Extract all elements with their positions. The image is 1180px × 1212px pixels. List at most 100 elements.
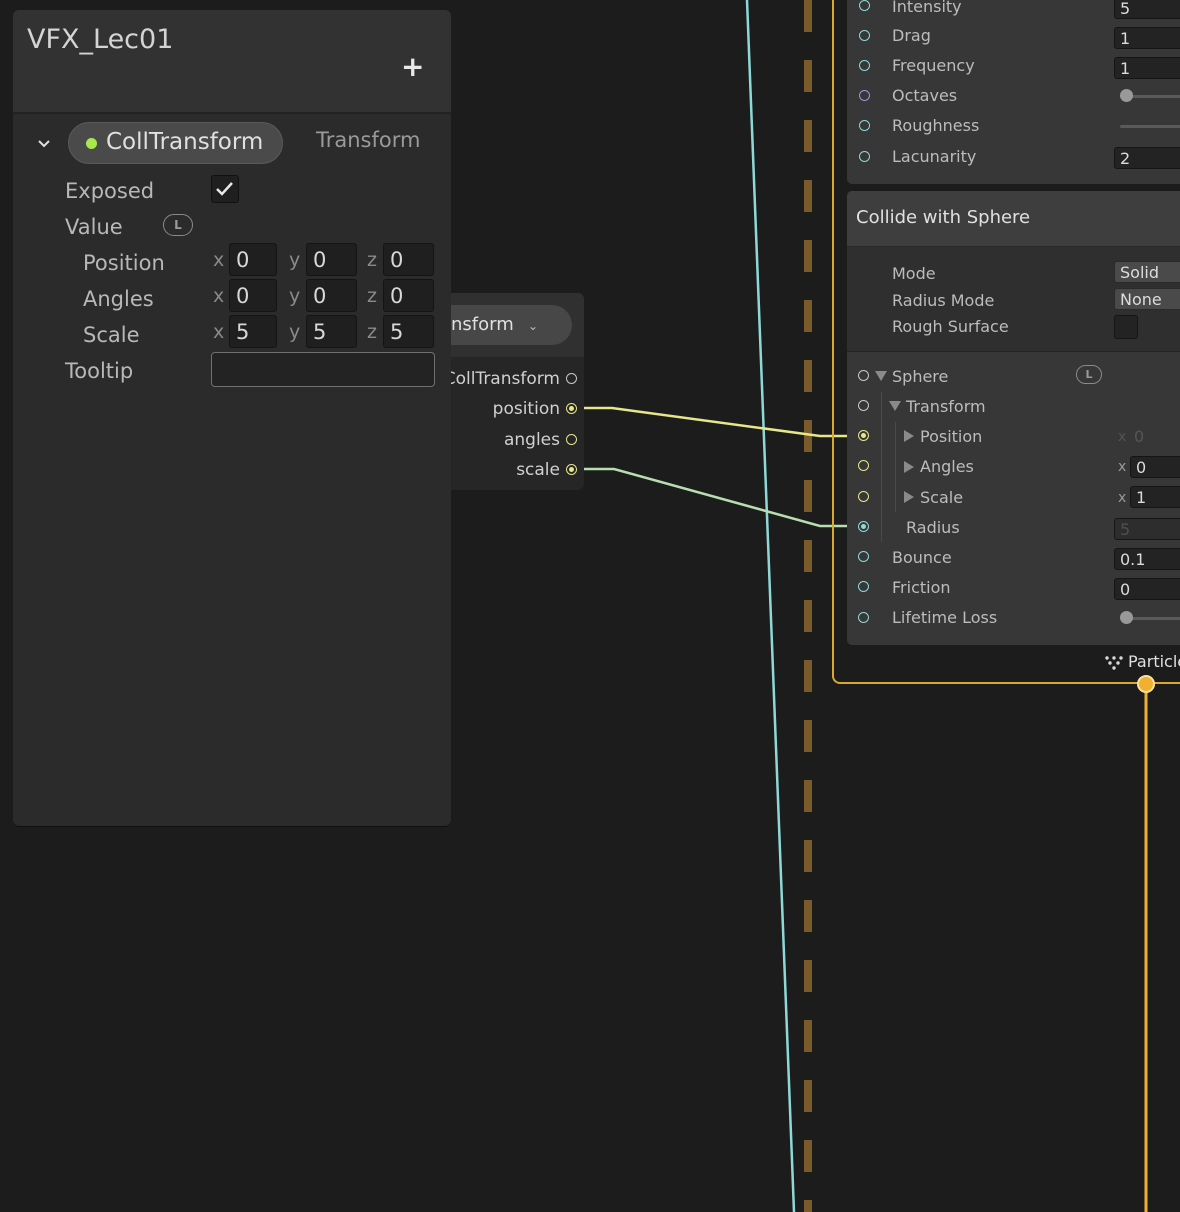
position-x-axis: x [213, 249, 225, 271]
collide-with-sphere-block[interactable]: Collide with Sphere [847, 191, 1180, 645]
octaves-label: Octaves [892, 86, 958, 105]
scale-x-field[interactable]: 1 [1130, 486, 1180, 508]
flow-output-port[interactable] [1137, 675, 1155, 693]
tooltip-input[interactable] [211, 352, 435, 387]
radius-field-disabled: 5 [1114, 518, 1180, 540]
sphere-label: Sphere [892, 367, 949, 386]
position-expand-icon[interactable] [904, 430, 914, 442]
rough-surface-checkbox[interactable] [1114, 315, 1138, 339]
angles-x-axis: x [213, 285, 225, 307]
value-label: Value [65, 215, 123, 239]
parameter-pill-label: nsform [451, 314, 514, 335]
scale-output-port[interactable] [566, 464, 577, 475]
radius-mode-label: Radius Mode [892, 291, 995, 310]
position-label: Position [920, 427, 983, 446]
friction-field[interactable]: 0 [1114, 578, 1180, 600]
scale-output-label: scale [516, 460, 560, 480]
angles-label: Angles [920, 457, 974, 476]
indent-guide-inner [895, 422, 896, 512]
exposed-label: Exposed [65, 179, 155, 203]
colltransform-output-port[interactable] [566, 373, 577, 384]
radius-input-port[interactable] [858, 521, 869, 532]
sphere-expand-icon[interactable] [875, 371, 887, 381]
roughness-port[interactable] [859, 120, 870, 131]
position-z-field[interactable]: 0 [383, 243, 434, 276]
bounce-label: Bounce [892, 548, 952, 567]
angles-input-port[interactable] [858, 460, 869, 471]
radius-mode-dropdown[interactable]: None [1114, 288, 1180, 310]
cyan-edge-wire [745, 0, 796, 1212]
frequency-label: Frequency [892, 56, 975, 75]
octaves-slider-knob[interactable] [1120, 89, 1133, 102]
transform-label: Transform [906, 397, 986, 416]
property-pill[interactable]: CollTransform [68, 122, 283, 164]
position-label: Position [83, 251, 165, 275]
collide-block-title: Collide with Sphere [856, 207, 1031, 228]
angles-y-axis: y [289, 285, 301, 307]
angles-x-field[interactable]: 0 [229, 279, 277, 312]
checkmark-icon [216, 182, 233, 196]
parameter-pill[interactable]: nsform ⌄ [451, 305, 572, 345]
roughness-label: Roughness [892, 116, 980, 135]
exposed-checkbox[interactable] [211, 175, 239, 203]
lifetime-loss-slider-knob[interactable] [1120, 611, 1133, 624]
flow-output-label: Particle [1128, 652, 1180, 671]
angles-z-field[interactable]: 0 [383, 279, 434, 312]
drag-field[interactable]: 1 [1114, 27, 1180, 49]
friction-label: Friction [892, 578, 951, 597]
scale-x-axis: x [213, 321, 225, 343]
lacunarity-port[interactable] [859, 151, 870, 162]
friction-port[interactable] [858, 581, 869, 592]
roughness-slider[interactable] [1120, 125, 1180, 128]
angles-x-field[interactable]: 0 [1130, 456, 1180, 478]
chevron-down-icon[interactable] [38, 138, 50, 150]
add-property-button[interactable]: + [401, 50, 424, 83]
lacunarity-field[interactable]: 2 [1114, 147, 1180, 169]
scale-y-field[interactable]: 5 [306, 315, 357, 348]
colltransform-parameter-node[interactable]: nsform ⌄ CollTransform position angles s… [444, 293, 584, 490]
transform-port[interactable] [858, 400, 869, 411]
position-input-port[interactable] [858, 430, 869, 441]
transform-expand-icon[interactable] [889, 401, 901, 411]
position-output-port[interactable] [566, 403, 577, 414]
collide-block-header[interactable]: Collide with Sphere [847, 191, 1180, 247]
angles-y-field[interactable]: 0 [306, 279, 357, 312]
scale-input-port[interactable] [858, 491, 869, 502]
frequency-field[interactable]: 1 [1114, 57, 1180, 79]
position-x-value: 0 [1134, 427, 1145, 446]
intensity-field[interactable]: 5 [1114, 0, 1180, 19]
scale-x-axis: x [1118, 490, 1127, 506]
frequency-port[interactable] [859, 60, 870, 71]
angles-x-axis: x [1118, 459, 1127, 475]
angles-expand-icon[interactable] [904, 461, 914, 473]
scale-z-field[interactable]: 5 [383, 315, 434, 348]
mode-dropdown[interactable]: Solid [1114, 261, 1180, 283]
exposed-dot-icon [86, 138, 97, 149]
bounce-port[interactable] [858, 551, 869, 562]
blackboard-title: VFX_Lec01 [27, 24, 174, 55]
lifetime-loss-label: Lifetime Loss [892, 608, 998, 627]
colltransform-output-label: CollTransform [443, 369, 560, 389]
lifetime-loss-port[interactable] [858, 612, 869, 623]
angles-z-axis: z [367, 285, 377, 307]
position-x-field[interactable]: 0 [229, 243, 277, 276]
angles-label: Angles [83, 287, 154, 311]
drag-port[interactable] [859, 30, 870, 41]
value-space-badge[interactable]: L [163, 214, 193, 236]
bounce-field[interactable]: 0.1 [1114, 548, 1180, 570]
chevron-down-icon[interactable]: ⌄ [528, 319, 538, 333]
scale-label: Scale [83, 323, 140, 347]
scale-y-axis: y [289, 321, 301, 343]
drag-label: Drag [892, 26, 931, 45]
angles-output-port[interactable] [566, 434, 577, 445]
blackboard-panel[interactable]: VFX_Lec01 + CollTransform Transform Expo… [13, 10, 451, 826]
mode-label: Mode [892, 264, 936, 283]
radius-label: Radius [906, 518, 960, 537]
position-y-field[interactable]: 0 [306, 243, 357, 276]
scale-expand-icon[interactable] [904, 491, 914, 503]
scale-x-field[interactable]: 5 [229, 315, 277, 348]
sphere-port[interactable] [858, 370, 869, 381]
sphere-space-badge[interactable]: L [1076, 365, 1102, 384]
position-output-label: position [492, 399, 560, 419]
octaves-port[interactable] [859, 90, 870, 101]
